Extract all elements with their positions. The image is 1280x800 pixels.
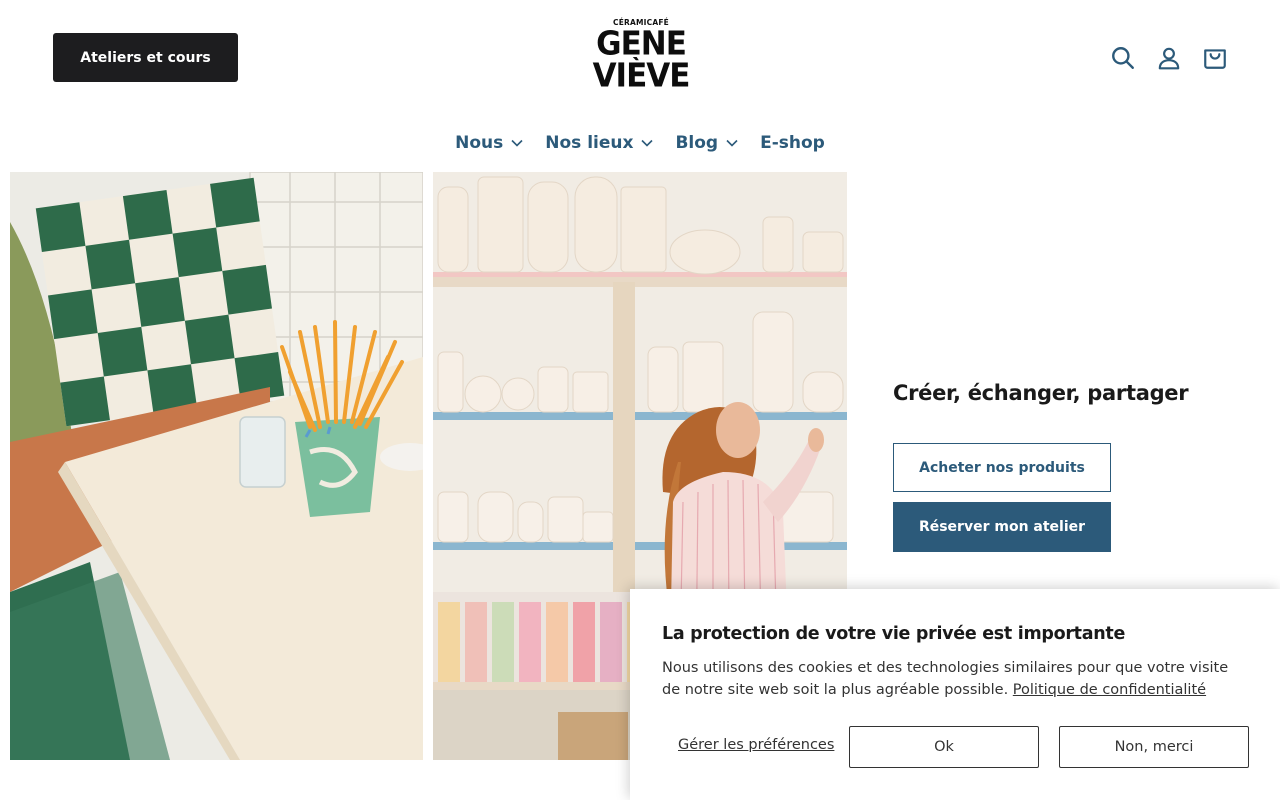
manage-preferences-link[interactable]: Gérer les préférences	[678, 737, 834, 753]
nav-label: Nous	[455, 133, 504, 153]
cookie-accept-button[interactable]: Ok	[849, 726, 1039, 768]
nav-label: Nos lieux	[545, 133, 634, 153]
nav-item-blog[interactable]: Blog	[675, 128, 738, 158]
nav-label: Blog	[675, 133, 719, 153]
cookie-decline-button[interactable]: Non, merci	[1059, 726, 1249, 768]
cookie-text: Nous utilisons des cookies et des techno…	[662, 657, 1242, 701]
buy-products-button[interactable]: Acheter nos produits	[893, 443, 1111, 492]
nav-label: E-shop	[760, 133, 825, 153]
logo[interactable]: CÉRAMICAFÉ GENE VIÈVE	[591, 18, 691, 94]
chevron-down-icon	[511, 139, 523, 147]
main-nav: Nous Nos lieux Blog E-shop	[0, 128, 1280, 158]
header-icons	[1110, 40, 1228, 76]
chevron-down-icon	[726, 139, 738, 147]
search-icon[interactable]	[1110, 40, 1136, 76]
account-icon[interactable]	[1156, 40, 1182, 76]
nav-item-eshop[interactable]: E-shop	[760, 128, 825, 158]
logo-line-1: GENE	[596, 25, 687, 63]
logo-line-2: VIÈVE	[592, 57, 691, 95]
nav-item-nos-lieux[interactable]: Nos lieux	[545, 128, 654, 158]
ateliers-button[interactable]: Ateliers et cours	[53, 33, 238, 82]
hero-image-table	[10, 172, 423, 760]
cookie-banner: La protection de votre vie privée est im…	[630, 589, 1280, 800]
privacy-policy-link[interactable]: Politique de confidentialité	[1013, 682, 1206, 698]
nav-item-nous[interactable]: Nous	[455, 128, 523, 158]
cart-icon[interactable]	[1202, 40, 1228, 76]
hero-title: Créer, échanger, partager	[893, 381, 1189, 405]
book-workshop-button[interactable]: Réserver mon atelier	[893, 502, 1111, 552]
site-header: Ateliers et cours CÉRAMICAFÉ GENE VIÈVE …	[0, 0, 1280, 172]
chevron-down-icon	[641, 139, 654, 147]
cookie-title: La protection de votre vie privée est im…	[662, 624, 1126, 644]
